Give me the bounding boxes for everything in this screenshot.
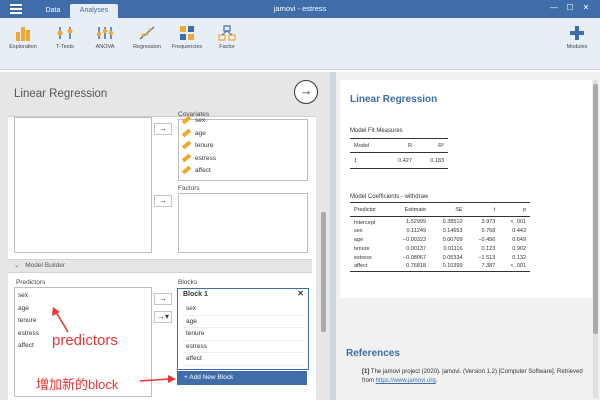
add-block-annotation: 增加新的block <box>36 377 119 392</box>
maximize-button[interactable]: ☐ <box>562 3 578 12</box>
results-panel: Linear Regression Model Fit Measures Mod… <box>336 72 600 400</box>
coefficients-table: Predictor Estimate SE t p Intercept 1.529… <box>350 202 530 272</box>
reference-end: . <box>435 378 438 384</box>
results-title: Linear Regression <box>350 94 438 105</box>
predictors-annotation: predictors <box>52 332 118 349</box>
fit-header: R² <box>415 138 448 153</box>
coef-header: p <box>499 202 530 217</box>
coef-header: Predictor <box>350 202 390 217</box>
predictors-arrow-head <box>52 307 60 316</box>
coef-header: t <box>466 202 500 217</box>
reference-number: [1] <box>362 369 370 375</box>
coef-header: Estimate <box>389 202 431 217</box>
window-controls: — ☐ ✕ <box>546 3 594 12</box>
table-row: tenure 0.00137 0.01116 0.123 0.902 <box>354 245 526 252</box>
minimize-button[interactable]: — <box>546 3 562 12</box>
table-row: sex 0.11249 0.14653 0.768 0.443 <box>354 227 526 234</box>
model-fit-table: Model R R² 1 0.427 0.183 <box>350 138 448 169</box>
reference-entry: [1] The jamovi project (2020). jamovi. (… <box>362 368 592 386</box>
table-row: affect 0.76818 0.10399 7.387 < .001 <box>350 262 530 272</box>
table-row: age −0.00323 0.00709 −0.456 0.649 <box>354 236 526 243</box>
block-arrow <box>139 378 171 382</box>
fit-measures-title: Model Fit Measures <box>350 128 403 134</box>
plus-icon <box>570 26 584 40</box>
results-card: Linear Regression Model Fit Measures Mod… <box>340 80 592 298</box>
results-scrollbar[interactable] <box>593 80 598 398</box>
annotation-arrows <box>52 307 176 383</box>
table-row: 1 0.427 0.183 <box>350 152 448 169</box>
modules-button[interactable]: Modules <box>556 24 598 50</box>
coef-header: SE <box>430 202 467 217</box>
reference-link[interactable]: https://www.jamovi.org <box>376 378 436 384</box>
table-row: estress −0.08067 0.05334 −1.513 0.132 <box>354 254 526 261</box>
predictors-arrow <box>55 311 69 333</box>
modules-label: Modules <box>566 44 588 50</box>
coefficients-title: Model Coefficients - withdraw <box>350 194 429 200</box>
fit-header: R <box>383 138 416 153</box>
references-title: References <box>346 348 400 359</box>
results-scroll-thumb[interactable] <box>593 84 598 334</box>
block-arrow-head <box>168 375 176 383</box>
fit-header: Model <box>350 138 384 153</box>
table-row: Intercept 1.52999 0.38510 3.973 < .001 <box>354 218 526 227</box>
close-window-button[interactable]: ✕ <box>578 3 594 12</box>
